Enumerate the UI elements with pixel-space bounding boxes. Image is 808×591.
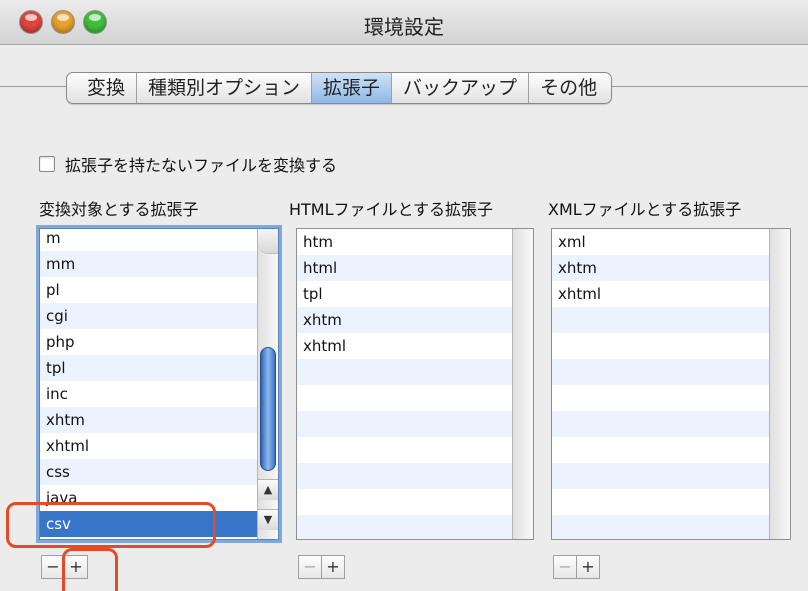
convert-extension-list[interactable]: m mm pl cgi php tpl inc xhtm xhtml css java csv ▲ ▼ bbox=[39, 228, 279, 540]
xml-remove-button[interactable]: − bbox=[553, 555, 577, 579]
list-item[interactable]: inc bbox=[40, 381, 258, 407]
tab-type-options[interactable]: 種類別オプション bbox=[136, 73, 311, 103]
xml-add-button[interactable]: + bbox=[577, 555, 600, 579]
list-item[interactable]: pl bbox=[40, 277, 258, 303]
html-remove-button[interactable]: − bbox=[298, 555, 322, 579]
empty-row bbox=[552, 359, 770, 385]
scroll-thumb[interactable] bbox=[260, 347, 276, 471]
list-item[interactable]: cgi bbox=[40, 303, 258, 329]
tab-backup[interactable]: バックアップ bbox=[391, 73, 528, 103]
list-item[interactable]: m bbox=[40, 229, 258, 251]
tab-other[interactable]: その他 bbox=[528, 73, 611, 103]
list-item[interactable]: xhtm bbox=[40, 407, 258, 433]
no-extension-label: 拡張子を持たないファイルを変換する bbox=[65, 156, 338, 175]
convert-button-group: − + bbox=[41, 555, 88, 579]
list-item[interactable]: xhtml bbox=[552, 281, 770, 307]
tab-convert[interactable]: 変換 bbox=[67, 73, 136, 103]
list-item[interactable]: xhtml bbox=[297, 333, 513, 359]
empty-row bbox=[552, 385, 770, 411]
list-item[interactable]: tpl bbox=[40, 355, 258, 381]
convert-remove-button[interactable]: − bbox=[41, 555, 65, 579]
list-item[interactable]: xml bbox=[552, 229, 770, 255]
convert-add-button[interactable]: + bbox=[65, 555, 88, 579]
empty-row bbox=[297, 437, 513, 463]
empty-row bbox=[552, 515, 770, 539]
list-item[interactable]: xhtml bbox=[40, 433, 258, 459]
empty-row bbox=[552, 489, 770, 515]
scroll-down-arrow[interactable]: ▼ bbox=[258, 509, 278, 530]
xml-column-header: XMLファイルとする拡張子 bbox=[548, 200, 742, 219]
window-title: 環境設定 bbox=[364, 15, 444, 39]
convert-list-rows: m mm pl cgi php tpl inc xhtm xhtml css java csv bbox=[40, 229, 258, 537]
list-item[interactable]: tpl bbox=[297, 281, 513, 307]
empty-row bbox=[297, 489, 513, 515]
tab-extensions[interactable]: 拡張子 bbox=[311, 73, 392, 103]
xml-list-rows: xml xhtm xhtml bbox=[552, 229, 770, 539]
scroll-track-cap bbox=[258, 229, 278, 254]
list-item[interactable]: html bbox=[297, 255, 513, 281]
list-item[interactable]: csv bbox=[40, 511, 258, 537]
list-item[interactable]: xhtm bbox=[552, 255, 770, 281]
xml-button-group: − + bbox=[553, 555, 600, 579]
scroll-up-arrow[interactable]: ▲ bbox=[258, 479, 278, 500]
empty-row bbox=[552, 463, 770, 489]
list-item[interactable]: css bbox=[40, 459, 258, 485]
no-extension-checkbox[interactable] bbox=[39, 156, 55, 172]
empty-row bbox=[297, 385, 513, 411]
xml-list-scrollbar[interactable] bbox=[769, 229, 790, 539]
empty-row bbox=[552, 307, 770, 333]
empty-row bbox=[552, 333, 770, 359]
empty-row bbox=[552, 437, 770, 463]
html-column-header: HTMLファイルとする拡張子 bbox=[289, 200, 494, 219]
empty-row bbox=[297, 359, 513, 385]
xml-extension-list[interactable]: xml xhtm xhtml bbox=[551, 228, 791, 540]
list-item[interactable]: xhtm bbox=[297, 307, 513, 333]
list-item[interactable]: php bbox=[40, 329, 258, 355]
empty-row bbox=[297, 411, 513, 437]
title-bar: 環境設定 bbox=[0, 0, 808, 45]
html-list-scrollbar[interactable] bbox=[512, 229, 533, 539]
no-extension-option: 拡張子を持たないファイルを変換する bbox=[39, 152, 337, 176]
html-extension-list[interactable]: htm html tpl xhtm xhtml bbox=[296, 228, 534, 540]
list-item[interactable]: mm bbox=[40, 251, 258, 277]
list-item[interactable]: java bbox=[40, 485, 258, 511]
html-add-button[interactable]: + bbox=[322, 555, 345, 579]
html-list-rows: htm html tpl xhtm xhtml bbox=[297, 229, 513, 539]
tab-bar: 変換 種類別オプション 拡張子 バックアップ その他 bbox=[66, 72, 613, 104]
html-button-group: − + bbox=[298, 555, 345, 579]
convert-list-scrollbar[interactable]: ▲ ▼ bbox=[257, 229, 278, 539]
empty-row bbox=[297, 463, 513, 489]
empty-row bbox=[297, 515, 513, 539]
convert-column-header: 変換対象とする拡張子 bbox=[39, 200, 199, 219]
empty-row bbox=[552, 411, 770, 437]
list-item[interactable]: htm bbox=[297, 229, 513, 255]
